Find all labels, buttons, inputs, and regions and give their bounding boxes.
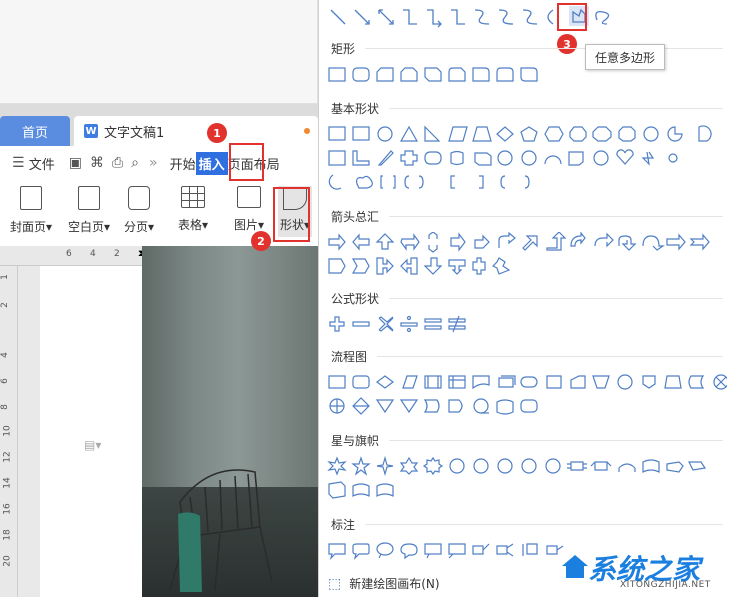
ruler-tick: 20 bbox=[2, 555, 13, 567]
step-badge-1: 1 bbox=[207, 123, 227, 143]
rectangle-shapes-row[interactable] bbox=[327, 64, 557, 86]
menu-bar: ☰ 文件 ▣ ⌘ ⎙ ⌕ » 开始 插入 页面布局 bbox=[0, 146, 318, 180]
blank-page-icon bbox=[78, 186, 101, 210]
watermark-url: XITONGZHIJIA.NET bbox=[620, 580, 711, 590]
shape-highlight-box bbox=[273, 187, 310, 242]
ruler-tick: 2 bbox=[0, 302, 10, 308]
section-divider bbox=[365, 524, 723, 525]
cover-page-button[interactable]: 封面页▾ bbox=[10, 186, 52, 235]
section-arrows: 箭头总汇 bbox=[331, 208, 723, 225]
table-icon bbox=[181, 186, 206, 208]
ruler-tick: 18 bbox=[2, 529, 13, 541]
page-break-label: 分页 bbox=[124, 220, 149, 234]
ruler-tick: 1 bbox=[0, 274, 10, 280]
menu-file[interactable]: ☰ 文件 bbox=[12, 154, 55, 173]
step-badge-2: 2 bbox=[251, 231, 271, 251]
watermark-house-icon bbox=[562, 555, 588, 578]
callout-shapes-row[interactable] bbox=[327, 540, 577, 562]
star-shapes-grid[interactable] bbox=[327, 456, 727, 500]
writer-doc-icon: W bbox=[84, 124, 98, 138]
section-equation: 公式形状 bbox=[331, 290, 723, 307]
format-painter-icon[interactable]: ⌘ bbox=[90, 155, 104, 171]
section-divider bbox=[389, 440, 723, 441]
cover-page-icon bbox=[20, 186, 43, 210]
picture-icon bbox=[237, 186, 262, 208]
ruler-tick: 8 bbox=[0, 404, 10, 410]
lines-row bbox=[327, 6, 727, 28]
table-label: 表格 bbox=[178, 218, 203, 232]
section-basic-title: 基本形状 bbox=[331, 102, 380, 116]
picture-label: 图片 bbox=[234, 218, 259, 232]
freeform-highlight-box bbox=[557, 3, 587, 31]
vertical-ruler[interactable]: 1 2 4 6 8 10 12 14 16 18 20 bbox=[0, 266, 18, 597]
page-break-icon bbox=[128, 186, 151, 210]
ruler-tick: 4 bbox=[0, 352, 10, 358]
table-button[interactable]: 表格▾ bbox=[178, 186, 208, 233]
tab-home[interactable]: 首页 bbox=[0, 116, 70, 146]
print-icon[interactable]: ⎙ bbox=[112, 155, 123, 171]
tab-document[interactable]: W 文字文稿1 bbox=[74, 116, 318, 146]
ruler-tick: 16 bbox=[2, 503, 13, 515]
section-callouts: 标注 bbox=[331, 516, 723, 533]
ruler-tick: 12 bbox=[2, 451, 13, 463]
blank-page-button[interactable]: 空白页▾ bbox=[68, 186, 110, 235]
section-divider bbox=[377, 356, 723, 357]
section-divider bbox=[389, 108, 723, 109]
freeform-tooltip: 任意多边形 bbox=[585, 44, 665, 70]
shapes-dropdown-panel: 3 矩形 基本形状 箭头总汇 公式形状 流程图 星与旗帜 标注 bbox=[318, 0, 732, 597]
section-divider bbox=[365, 48, 723, 49]
section-stars-title: 星与旗帜 bbox=[331, 434, 380, 448]
picture-button[interactable]: 图片▾ bbox=[234, 186, 264, 233]
tab-document-label: 文字文稿1 bbox=[104, 125, 165, 141]
menu-file-label: 文件 bbox=[28, 157, 55, 173]
section-callouts-title: 标注 bbox=[331, 518, 356, 532]
cover-page-label: 封面页 bbox=[10, 220, 47, 234]
blank-page-label: 空白页 bbox=[68, 220, 105, 234]
section-divider bbox=[389, 298, 723, 299]
flowchart-shapes-grid[interactable] bbox=[327, 372, 727, 418]
window-blank-area bbox=[0, 0, 318, 104]
insert-highlight-box bbox=[229, 143, 264, 181]
new-drawing-canvas-button[interactable]: ⬚ 新建绘图画布(N) bbox=[318, 570, 578, 597]
equation-shapes-row[interactable] bbox=[327, 314, 477, 336]
save-icon[interactable]: ▣ bbox=[69, 155, 82, 171]
unsaved-dot-icon bbox=[304, 128, 310, 134]
ruler-tick: 14 bbox=[2, 477, 13, 489]
chair-illustration bbox=[169, 469, 273, 592]
tab-bar: 首页 W 文字文稿1 bbox=[0, 104, 318, 146]
watermark-logo: 系统之家 XITONGZHIJIA.NET bbox=[560, 548, 728, 594]
ruler-tick: 10 bbox=[2, 425, 13, 437]
paragraph-icon[interactable]: ▤▾ bbox=[84, 438, 101, 452]
preview-icon[interactable]: ⌕ bbox=[131, 155, 139, 171]
section-rectangle-title: 矩形 bbox=[331, 42, 356, 56]
ruler-tick: 4 bbox=[90, 249, 96, 259]
new-canvas-label: 新建绘图画布(N) bbox=[349, 577, 440, 591]
section-equation-title: 公式形状 bbox=[331, 292, 380, 306]
inserted-photo[interactable] bbox=[142, 246, 318, 597]
section-flowchart: 流程图 bbox=[331, 348, 723, 365]
section-flowchart-title: 流程图 bbox=[331, 350, 368, 364]
ruler-tick: 6 bbox=[0, 378, 10, 384]
hamburger-icon: ☰ bbox=[12, 155, 25, 171]
page-break-button[interactable]: 分页▾ bbox=[124, 186, 154, 235]
ruler-tick: 6 bbox=[66, 249, 72, 259]
menu-insert[interactable]: 插入 bbox=[195, 151, 228, 175]
canvas-icon: ⬚ bbox=[328, 575, 342, 592]
ruler-tick: 2 bbox=[114, 249, 120, 259]
arrow-shapes-grid[interactable] bbox=[327, 232, 727, 276]
basic-shapes-grid[interactable] bbox=[327, 124, 727, 196]
more-icon[interactable]: » bbox=[149, 155, 158, 171]
section-arrows-title: 箭头总汇 bbox=[331, 210, 380, 224]
section-stars-banners: 星与旗帜 bbox=[331, 432, 723, 449]
section-basic-shapes: 基本形状 bbox=[331, 100, 723, 117]
menu-start[interactable]: 开始 bbox=[170, 154, 196, 173]
section-divider bbox=[389, 216, 723, 217]
